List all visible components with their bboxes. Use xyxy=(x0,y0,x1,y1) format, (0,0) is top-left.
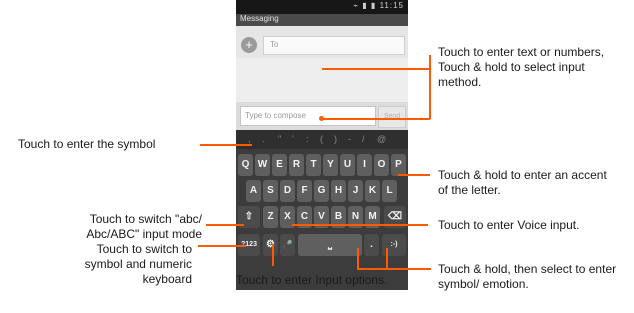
symbol-key[interactable]: - xyxy=(348,134,351,144)
compose-input[interactable]: Type to compose xyxy=(240,106,376,126)
title-bar: Messaging xyxy=(236,14,408,26)
settings-key[interactable]: ⚙ xyxy=(263,234,278,256)
annotation-numeric: Touch to switch to symbol and numeric ke… xyxy=(84,242,192,286)
callout-line-options xyxy=(272,244,274,266)
space-icon: ⎵ xyxy=(328,239,332,250)
annotation-accent: Touch & hold to enter an accent of the l… xyxy=(438,168,607,197)
callout-line-accent xyxy=(398,174,430,176)
key-e[interactable]: E xyxy=(272,154,287,176)
key-t[interactable]: T xyxy=(306,154,321,176)
annotation-symbol: Touch to enter the symbol xyxy=(18,137,156,151)
status-bar: ⌁ ▮ ▮ 11:15 xyxy=(236,0,408,14)
status-time: 11:15 xyxy=(379,1,404,10)
symbol-key[interactable]: , xyxy=(248,134,251,144)
compose-placeholder: Type to compose xyxy=(245,111,306,120)
symbol-key[interactable]: " xyxy=(278,134,281,144)
key-w[interactable]: W xyxy=(255,154,270,176)
symbol-key[interactable]: ( xyxy=(320,134,323,144)
send-button[interactable]: Send xyxy=(378,106,406,128)
callout-line-emotion-b xyxy=(386,248,388,270)
app-title: Messaging xyxy=(240,14,279,23)
key-k[interactable]: K xyxy=(365,180,380,202)
key-l[interactable]: L xyxy=(382,180,397,202)
annotation-emotion: Touch & hold, then select to enter symbo… xyxy=(438,262,617,291)
recipient-placeholder: To xyxy=(270,40,279,49)
callout-dot-compose xyxy=(319,116,324,121)
annotation-voice: Touch to enter Voice input. xyxy=(438,218,580,232)
callout-line-symbol xyxy=(200,144,252,146)
virtual-keyboard: , . " ' : ( ) - / @ Q W E R T Y U I O P … xyxy=(236,130,408,290)
symbol-suggestion-bar[interactable]: , . " ' : ( ) - / @ xyxy=(236,130,408,149)
space-key[interactable]: ⎵ xyxy=(298,234,362,256)
period-key[interactable]: . xyxy=(364,234,379,256)
key-j[interactable]: J xyxy=(348,180,363,202)
callout-line-emotion-a xyxy=(357,248,359,270)
symbol-key[interactable]: . xyxy=(262,134,265,144)
callout-line-text-input xyxy=(322,68,430,70)
conversation-area xyxy=(236,58,408,102)
key-z[interactable]: Z xyxy=(263,206,278,228)
symbol-key[interactable]: @ xyxy=(377,134,386,144)
phone-screenshot: ⌁ ▮ ▮ 11:15 Messaging + To Type to compo… xyxy=(236,0,408,290)
key-d[interactable]: D xyxy=(280,180,295,202)
key-y[interactable]: Y xyxy=(323,154,338,176)
plus-icon: + xyxy=(245,37,253,52)
key-p[interactable]: P xyxy=(391,154,406,176)
recipient-row: + To xyxy=(239,34,405,56)
callout-line-text-input-2 xyxy=(322,118,430,120)
key-i[interactable]: I xyxy=(357,154,372,176)
voice-input-key[interactable]: 🎤 xyxy=(280,234,295,256)
annotation-abc-mode: Touch to switch "abc/ Abc/ABC" input mod… xyxy=(86,212,202,241)
annotation-input-options: Touch to enter Input options. xyxy=(236,273,388,287)
symbol-key[interactable]: : xyxy=(306,134,309,144)
key-f[interactable]: F xyxy=(297,180,312,202)
key-h[interactable]: H xyxy=(331,180,346,202)
key-q[interactable]: Q xyxy=(238,154,253,176)
key-r[interactable]: R xyxy=(289,154,304,176)
symbol-key[interactable]: / xyxy=(362,134,365,144)
key-a[interactable]: A xyxy=(246,180,261,202)
callout-line-abc xyxy=(206,224,244,226)
key-s[interactable]: S xyxy=(263,180,278,202)
callout-line-numeric xyxy=(198,245,246,247)
status-icons: ⌁ ▮ ▮ 11:15 xyxy=(353,1,404,10)
key-g[interactable]: G xyxy=(314,180,329,202)
add-recipient-button[interactable]: + xyxy=(241,37,257,53)
key-u[interactable]: U xyxy=(340,154,355,176)
callout-line-voice xyxy=(292,224,428,226)
key-o[interactable]: O xyxy=(374,154,389,176)
recipient-field[interactable]: To xyxy=(263,36,405,55)
symbol-key[interactable]: ) xyxy=(334,134,337,144)
symbol-key[interactable]: ' xyxy=(292,134,294,144)
microphone-icon: 🎤 xyxy=(282,240,293,249)
callout-line-text-input-3 xyxy=(429,55,431,119)
callout-line-emotion-c xyxy=(357,268,431,270)
annotation-text-input: Touch to enter text or numbers, Touch & … xyxy=(438,45,605,89)
